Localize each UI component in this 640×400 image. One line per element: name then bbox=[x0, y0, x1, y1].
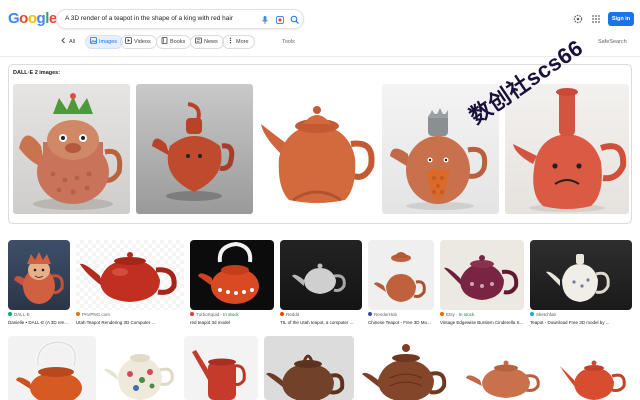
dalle-image[interactable] bbox=[259, 84, 376, 214]
images-icon bbox=[90, 37, 97, 44]
source-name: RenderHub bbox=[374, 312, 398, 317]
tab-more[interactable]: More bbox=[222, 35, 255, 49]
settings-icon[interactable] bbox=[572, 13, 584, 25]
apps-grid-icon[interactable] bbox=[590, 13, 602, 25]
mic-icon[interactable] bbox=[259, 14, 271, 26]
tab-books[interactable]: Books bbox=[156, 35, 192, 49]
books-icon bbox=[161, 37, 168, 44]
result-title[interactable]: Danielle • DALL·E (A 3D rend... bbox=[8, 320, 70, 325]
dalle-image[interactable] bbox=[136, 84, 253, 214]
dalle-image[interactable] bbox=[505, 84, 629, 214]
tab-videos[interactable]: Videos bbox=[120, 35, 157, 49]
logo-letter: o bbox=[27, 10, 37, 27]
tab-label: All bbox=[69, 39, 76, 45]
tab-news[interactable]: News bbox=[190, 35, 224, 49]
result-title[interactable]: Teapot - Download Free 3D model by ... bbox=[530, 320, 632, 325]
news-icon bbox=[195, 37, 202, 44]
favicon-icon bbox=[530, 312, 534, 316]
more-icon bbox=[229, 37, 232, 44]
dalle-image[interactable] bbox=[13, 84, 130, 214]
videos-icon bbox=[125, 37, 132, 44]
image-result[interactable]: Reddit TIL of the Utah teapot, a compute… bbox=[280, 240, 362, 330]
favicon-icon bbox=[8, 312, 12, 316]
result-thumbnail[interactable] bbox=[184, 336, 258, 400]
in-stock-badge: · In stock bbox=[456, 312, 475, 317]
result-thumbnail[interactable] bbox=[360, 336, 454, 400]
result-source: DALL·E bbox=[8, 312, 30, 317]
lens-icon[interactable] bbox=[274, 14, 286, 26]
search-query[interactable]: A 3D render of a teapot in the shape of … bbox=[65, 15, 233, 22]
result-source: PAVPNG.com bbox=[76, 312, 110, 317]
dalle-panel-title: DALL·E 2 images: bbox=[13, 70, 61, 76]
safesearch-button[interactable]: SafeSearch bbox=[598, 39, 627, 45]
source-name: Sketchfab bbox=[536, 312, 557, 317]
search-box[interactable]: A 3D render of a teapot in the shape of … bbox=[56, 9, 304, 29]
favicon-icon bbox=[440, 312, 444, 316]
tab-label: Books bbox=[170, 39, 186, 45]
result-source: Sketchfab bbox=[530, 312, 556, 317]
sign-in-button[interactable]: Sign in bbox=[608, 12, 634, 26]
logo-letter: G bbox=[8, 10, 20, 27]
result-thumbnail[interactable] bbox=[190, 240, 274, 310]
tab-all[interactable]: All bbox=[56, 35, 80, 49]
result-thumbnail[interactable] bbox=[460, 336, 552, 400]
tools-button[interactable]: Tools bbox=[282, 39, 295, 45]
in-stock-badge: · In stock bbox=[220, 312, 239, 317]
tab-label: News bbox=[204, 39, 218, 45]
result-source: TurboSquid · In stock bbox=[190, 312, 239, 317]
image-result[interactable]: Sketchfab Teapot - Download Free 3D mode… bbox=[530, 240, 632, 330]
result-thumbnail[interactable] bbox=[264, 336, 354, 400]
result-thumbnail[interactable] bbox=[8, 240, 70, 310]
result-thumbnail[interactable] bbox=[558, 336, 632, 400]
result-title[interactable]: red teapot 3d model bbox=[190, 320, 274, 325]
favicon-icon bbox=[280, 312, 284, 316]
image-result[interactable]: DALL·E Danielle • DALL·E (A 3D rend... bbox=[8, 240, 70, 330]
result-source: Etsy · In stock bbox=[440, 312, 474, 317]
result-thumbnail[interactable] bbox=[8, 336, 96, 400]
google-logo[interactable]: Google bbox=[8, 10, 57, 27]
favicon-icon bbox=[190, 312, 194, 316]
favicon-icon bbox=[368, 312, 372, 316]
tab-label: Images bbox=[99, 39, 118, 45]
image-result[interactable]: Etsy · In stock Vintage Edgewise Burslem… bbox=[440, 240, 524, 330]
result-thumbnail[interactable] bbox=[440, 240, 524, 310]
result-title[interactable]: TIL of the Utah teapot, a computer ... bbox=[280, 320, 362, 325]
result-title[interactable]: Chinese Teapot - Free 3D Mo... bbox=[368, 320, 434, 325]
result-thumbnail[interactable] bbox=[530, 240, 632, 310]
logo-letter: g bbox=[36, 10, 46, 27]
tab-label: Videos bbox=[134, 39, 151, 45]
back-arrow-icon bbox=[61, 37, 65, 44]
result-thumbnail[interactable] bbox=[368, 240, 434, 310]
tab-label: More bbox=[236, 39, 249, 45]
source-name: Reddit bbox=[286, 312, 300, 317]
image-result[interactable]: TurboSquid · In stock red teapot 3d mode… bbox=[190, 240, 274, 330]
result-thumbnail[interactable] bbox=[280, 240, 362, 310]
image-result[interactable]: RenderHub Chinese Teapot - Free 3D Mo... bbox=[368, 240, 434, 330]
result-thumbnail[interactable] bbox=[102, 336, 178, 400]
result-title[interactable]: Utah Teapot Rendering 3D Computer ... bbox=[76, 320, 184, 325]
source-name: PAVPNG.com bbox=[82, 312, 110, 317]
result-thumbnail[interactable] bbox=[76, 240, 184, 310]
image-result[interactable]: PAVPNG.com Utah Teapot Rendering 3D Comp… bbox=[76, 240, 184, 330]
result-title[interactable]: Vintage Edgewise Burslem Cinderella S... bbox=[440, 320, 524, 325]
logo-letter: o bbox=[19, 10, 28, 27]
result-source: Reddit bbox=[280, 312, 299, 317]
source-name: Etsy bbox=[446, 312, 455, 317]
search-icon[interactable] bbox=[289, 14, 301, 26]
source-name: DALL·E bbox=[14, 312, 30, 317]
favicon-icon bbox=[76, 312, 80, 316]
tab-images[interactable]: Images bbox=[85, 35, 124, 49]
source-name: TurboSquid bbox=[196, 312, 220, 317]
result-source: RenderHub bbox=[368, 312, 397, 317]
